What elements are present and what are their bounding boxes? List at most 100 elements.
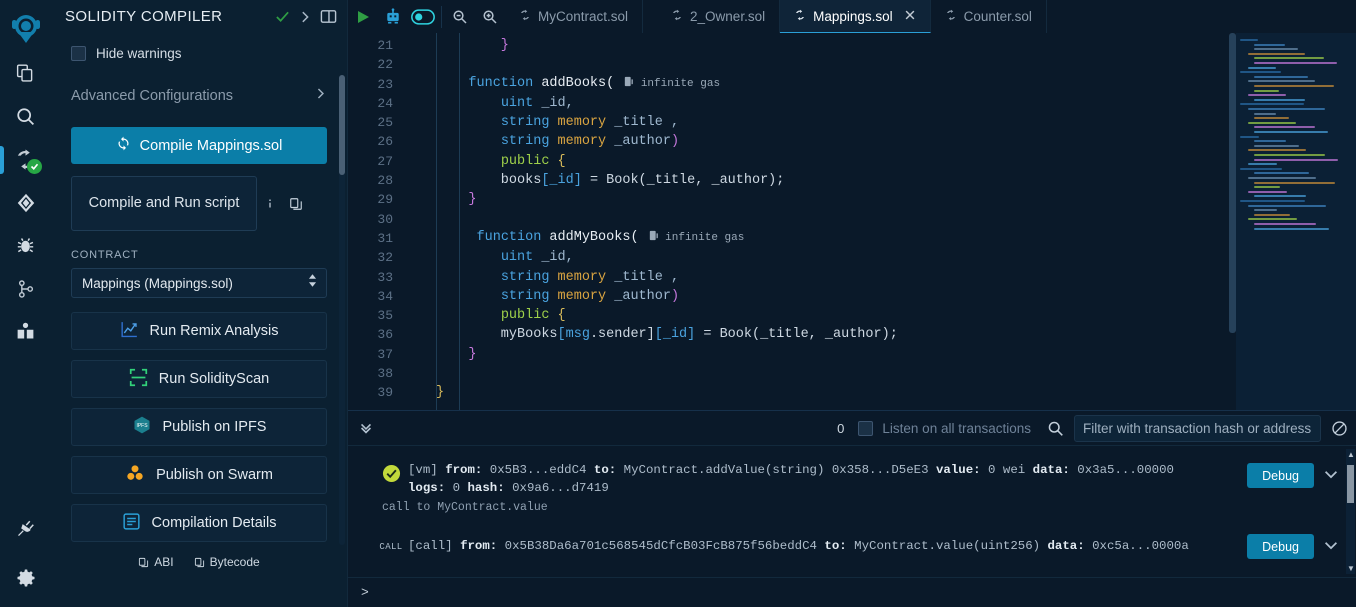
code-line: 30 bbox=[348, 210, 1356, 229]
tab-mycontract-sol[interactable]: MyContract.sol bbox=[505, 0, 644, 33]
code-text[interactable]: uint _id, bbox=[405, 248, 574, 267]
close-icon[interactable] bbox=[904, 9, 916, 24]
line-number: 25 bbox=[377, 115, 393, 131]
code-text[interactable]: public { bbox=[405, 306, 566, 325]
hide-warnings-checkbox[interactable] bbox=[71, 45, 86, 61]
code-text[interactable]: } bbox=[405, 383, 444, 402]
run-remix-analysis-button[interactable]: Run Remix Analysis bbox=[71, 312, 327, 350]
zoom-out-icon[interactable] bbox=[445, 0, 475, 33]
sidebar-item-learn[interactable] bbox=[0, 310, 51, 353]
panel-scrollbar-thumb[interactable] bbox=[339, 75, 345, 175]
sidebar-item-plugin-manager[interactable] bbox=[0, 507, 51, 550]
code-text[interactable]: string memory _title , bbox=[405, 113, 679, 132]
editor-scrollbar[interactable] bbox=[1229, 33, 1236, 410]
terminal-transaction-row[interactable]: [vm] from: 0x5B3...eddC4 to: MyContract.… bbox=[348, 453, 1356, 514]
compilation-details-button[interactable]: Compilation Details bbox=[71, 504, 327, 542]
code-text[interactable]: string memory _author) bbox=[405, 287, 679, 306]
tab-label: MyContract.sol bbox=[538, 9, 629, 24]
code-token: [_id] bbox=[654, 327, 696, 343]
code-lines[interactable]: 21 } 22 23 function addBooks( infinite gas… bbox=[348, 33, 1356, 403]
transaction-field-key: to: bbox=[593, 463, 617, 477]
terminal-transaction-row[interactable]: CALL [call] from: 0x5B38Da6a701c568545dC… bbox=[348, 514, 1356, 559]
tab-mappings-sol[interactable]: Mappings.sol bbox=[780, 0, 931, 33]
clear-console-icon[interactable] bbox=[1331, 420, 1348, 437]
hide-warnings-row[interactable]: Hide warnings bbox=[71, 39, 327, 67]
page-title: SOLIDITY COMPILER bbox=[65, 8, 223, 25]
minimap-line bbox=[1254, 89, 1279, 92]
sidebar-item-search[interactable] bbox=[0, 95, 51, 138]
chevron-down-icon[interactable] bbox=[1322, 465, 1340, 488]
code-text[interactable]: myBooks[msg.sender][_id] = Book(_title, … bbox=[405, 325, 898, 344]
editor-scrollbar-thumb[interactable] bbox=[1229, 33, 1236, 333]
sidebar-item-debugger[interactable] bbox=[0, 224, 51, 267]
code-text[interactable]: string memory _title , bbox=[405, 268, 679, 287]
minimap-line bbox=[1240, 103, 1304, 106]
sidebar-item-settings[interactable] bbox=[0, 556, 51, 599]
code-text[interactable]: function addBooks( infinite gas bbox=[405, 74, 720, 94]
minimap-line bbox=[1254, 158, 1338, 161]
contract-select[interactable]: Mappings (Mappings.sol) bbox=[71, 268, 327, 298]
debug-button[interactable]: Debug bbox=[1247, 463, 1314, 488]
code-token: string bbox=[500, 288, 550, 304]
code-text[interactable]: } bbox=[405, 345, 476, 364]
remix-logo-icon[interactable] bbox=[4, 8, 48, 52]
run-solidityscan-button[interactable]: Run SolidityScan bbox=[71, 360, 327, 398]
code-editor[interactable]: 21 } 22 23 function addBooks( infinite gas… bbox=[348, 33, 1356, 410]
line-number: 35 bbox=[377, 308, 393, 324]
terminal-prompt[interactable]: > bbox=[348, 577, 1356, 607]
transaction-filter-input[interactable]: Filter with transaction hash or address bbox=[1074, 414, 1321, 442]
compile-and-run-script-button[interactable]: Compile and Run script bbox=[71, 176, 257, 231]
toggle-icon[interactable] bbox=[408, 0, 438, 33]
sidebar-item-deploy-run[interactable] bbox=[0, 181, 51, 224]
code-text[interactable]: } bbox=[405, 36, 509, 55]
chevron-double-down-icon[interactable] bbox=[358, 420, 374, 436]
compile-button[interactable]: Compile Mappings.sol bbox=[71, 127, 327, 164]
code-text[interactable]: } bbox=[405, 190, 476, 209]
info-icon[interactable] bbox=[257, 196, 283, 212]
editor-minimap[interactable] bbox=[1236, 33, 1356, 410]
code-line: 33 string memory _title , bbox=[348, 268, 1356, 287]
debug-button[interactable]: Debug bbox=[1247, 534, 1314, 559]
toggle-panel-icon[interactable] bbox=[320, 8, 337, 25]
run-solidityscan-label: Run SolidityScan bbox=[158, 371, 270, 387]
code-text[interactable]: function addMyBooks( infinite gas bbox=[405, 228, 745, 248]
files-icon bbox=[15, 63, 36, 84]
publish-on-swarm-button[interactable]: Publish on Swarm bbox=[71, 456, 327, 494]
copy-abi-button[interactable]: ABI bbox=[138, 555, 174, 569]
code-text[interactable]: uint _id, bbox=[405, 94, 574, 113]
sidebar-item-solidity-compiler[interactable] bbox=[0, 138, 51, 181]
code-text[interactable]: public { bbox=[405, 152, 566, 171]
robot-icon[interactable] bbox=[378, 0, 408, 33]
code-text[interactable]: string memory _author) bbox=[405, 132, 679, 151]
hide-warnings-label[interactable]: Hide warnings bbox=[96, 46, 182, 61]
tab-2-owner-sol[interactable]: 2_Owner.sol bbox=[643, 0, 781, 33]
sidebar-item-file-explorer[interactable] bbox=[0, 52, 51, 95]
chevron-right-icon[interactable] bbox=[298, 10, 312, 24]
publish-on-ipfs-button[interactable]: IPFS Publish on IPFS bbox=[71, 408, 327, 446]
terminal-scrollbar-thumb[interactable] bbox=[1347, 465, 1354, 503]
sidebar-item-git[interactable] bbox=[0, 267, 51, 310]
listen-all-transactions-row[interactable]: Listen on all transactions bbox=[858, 420, 1031, 436]
advanced-configurations-toggle[interactable]: Advanced Configurations bbox=[71, 83, 327, 109]
code-token: _id, bbox=[533, 95, 574, 111]
panel-scrollbar[interactable] bbox=[339, 75, 345, 545]
scroll-up-arrow-icon[interactable]: ▲ bbox=[1347, 450, 1355, 459]
code-text[interactable]: books[_id] = Book(_title, _author); bbox=[405, 171, 785, 190]
minimap-line bbox=[1248, 177, 1316, 179]
listen-all-transactions-checkbox[interactable] bbox=[858, 420, 874, 436]
scroll-down-arrow-icon[interactable]: ▼ bbox=[1347, 564, 1355, 573]
terminal-log[interactable]: [vm] from: 0x5B3...eddC4 to: MyContract.… bbox=[348, 446, 1356, 577]
chevron-down-icon[interactable] bbox=[1322, 536, 1340, 559]
run-icon[interactable] bbox=[348, 0, 378, 33]
minimap-line bbox=[1248, 52, 1305, 55]
code-line: 22 bbox=[348, 55, 1356, 74]
copy-icon[interactable] bbox=[283, 197, 309, 211]
copy-bytecode-button[interactable]: Bytecode bbox=[194, 555, 260, 569]
terminal-scrollbar[interactable]: ▲ ▼ bbox=[1346, 449, 1355, 574]
zoom-in-icon[interactable] bbox=[475, 0, 505, 33]
code-token: { bbox=[557, 153, 566, 169]
search-icon[interactable] bbox=[1047, 420, 1064, 437]
tab-counter-sol[interactable]: Counter.sol bbox=[931, 0, 1047, 33]
check-icon[interactable] bbox=[275, 9, 290, 24]
